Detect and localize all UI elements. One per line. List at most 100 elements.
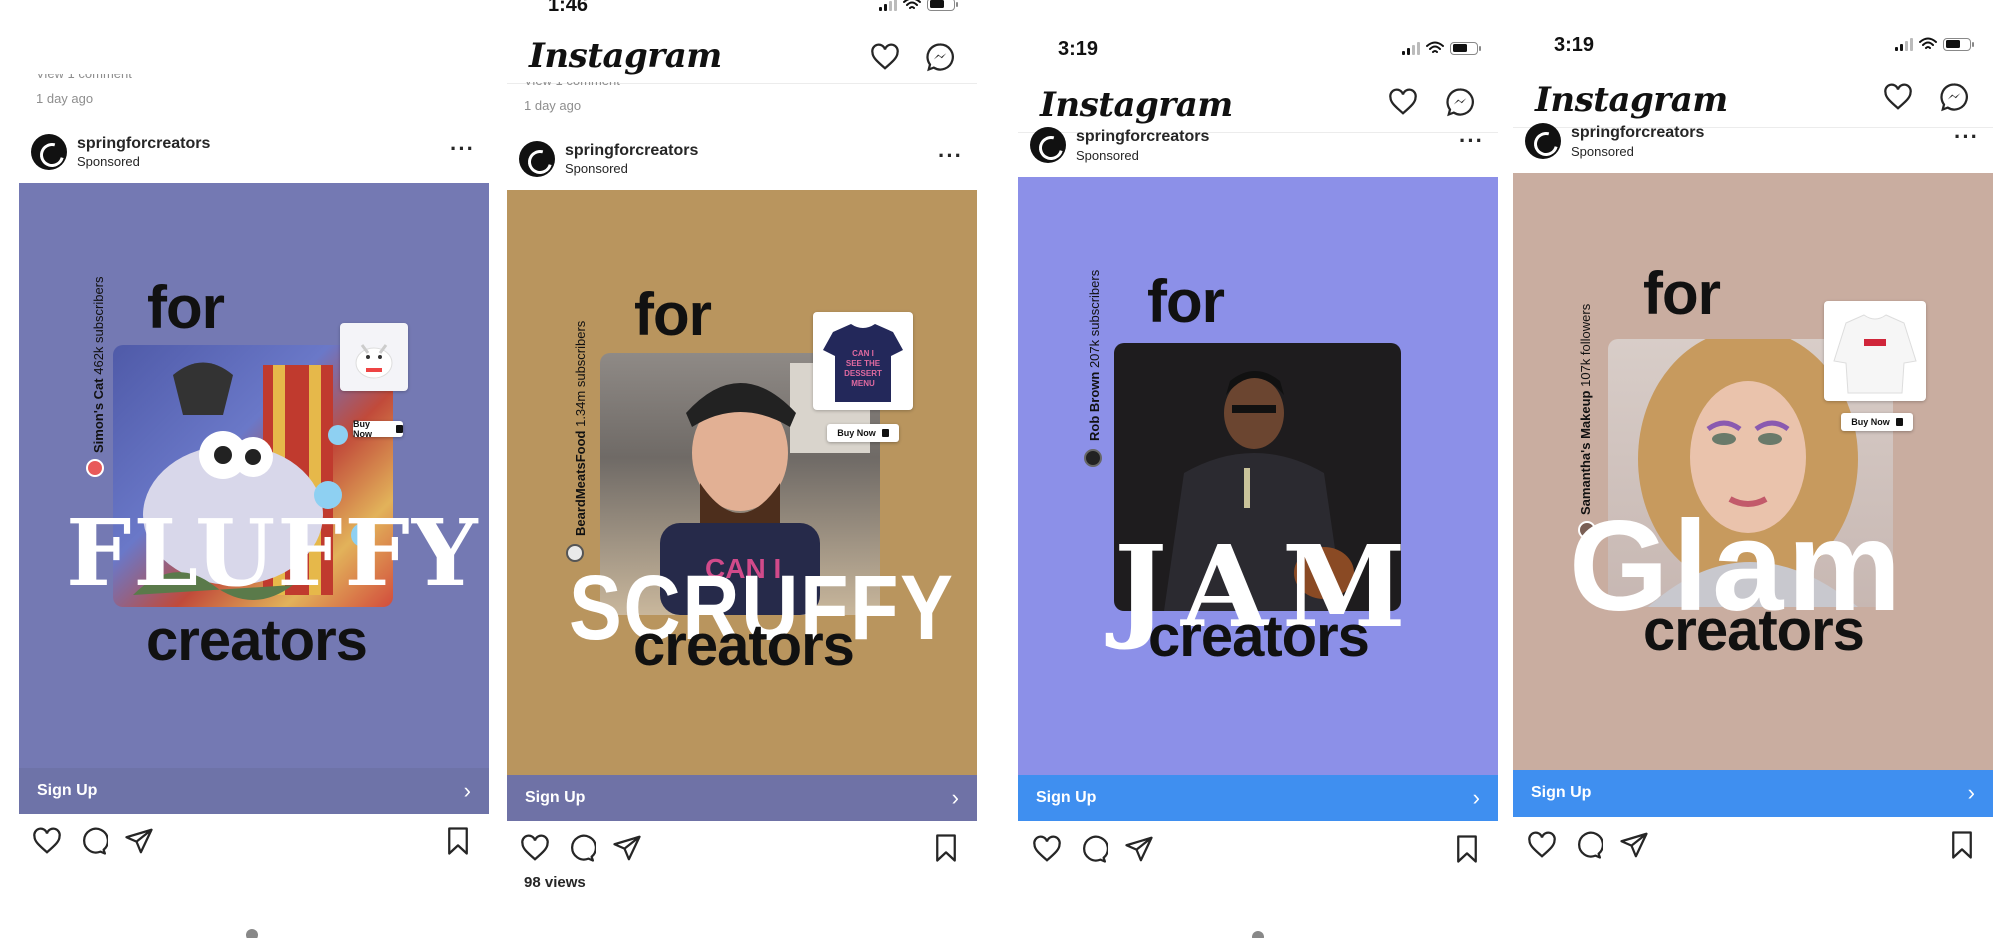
product-thumbnail[interactable] [1824,301,1926,401]
chevron-right-icon: › [1967,780,1975,805]
buy-now-button[interactable]: Buy Now [1841,413,1913,431]
cellular-signal-icon [1895,37,1913,51]
view-comments-link[interactable]: View 1 comment [36,74,132,81]
more-options-icon[interactable]: ··· [1459,128,1484,154]
post-header: springforcreators Sponsored ··· [19,128,489,178]
sign-up-cta[interactable]: Sign Up › [1513,770,1993,817]
messenger-icon[interactable] [1939,82,1969,112]
sign-up-cta[interactable]: Sign Up › [507,775,977,821]
more-options-icon[interactable]: ··· [450,136,475,162]
headline-big-word: FLUFFY [66,499,480,607]
bookmark-icon[interactable] [931,833,961,863]
sign-up-label: Sign Up [37,782,98,799]
instagram-logo[interactable]: Instagram [1040,85,1233,125]
comment-icon[interactable] [1078,834,1108,864]
buy-now-button[interactable]: Buy Now [353,419,403,439]
creator-credit: Rob Brown 207k subscribers [1087,269,1102,441]
creator-credit: Simon's Cat 462k subscribers [91,276,106,453]
views-count[interactable]: 98 views [524,874,586,891]
creator-credit: Samantha's Makeup 107k followers [1578,303,1593,515]
status-time: 1:46 [548,0,589,16]
svg-text:DESSERT: DESSERT [844,369,882,378]
svg-text:SEE THE: SEE THE [846,359,881,368]
creator-avatar [1084,449,1102,467]
account-avatar[interactable] [31,134,67,170]
instagram-logo[interactable]: Instagram [1535,80,1728,120]
account-avatar[interactable] [519,141,555,177]
buy-now-button[interactable]: Buy Now [827,424,899,442]
account-name[interactable]: springforcreators [1076,128,1209,146]
instagram-header: Instagram [507,26,977,84]
phone-screenshot-2: 1:46 Instagram View 1 comment 1 day ago … [507,0,977,900]
status-bar: 1:46 [507,0,977,24]
creator-avatar [86,459,104,477]
status-bar: 3:19 [1018,28,1498,68]
sign-up-cta[interactable]: Sign Up › [1018,775,1498,821]
account-avatar[interactable] [1525,123,1561,159]
activity-heart-icon[interactable] [1883,82,1913,112]
sign-up-cta[interactable]: Sign Up › [19,768,489,814]
account-name[interactable]: springforcreators [77,135,210,153]
share-icon[interactable] [1619,830,1649,860]
post-time-ago: 1 day ago [36,91,94,106]
account-avatar[interactable] [1030,127,1066,163]
post-actions [1018,834,1498,874]
bookmark-icon[interactable] [1452,834,1482,864]
share-icon[interactable] [124,826,154,856]
instagram-header: Instagram [1513,70,1993,128]
post-actions [507,833,977,873]
ad-creative[interactable]: Simon's Cat 462k subscribers for Buy Now… [19,183,489,768]
svg-text:MENU: MENU [851,379,875,388]
post-header: springforcreators Sponsored ··· [1513,121,1993,173]
comment-icon[interactable] [1573,830,1603,860]
phone-screenshot-3: 3:19 Instagram springforcreators Sponsor… [1018,0,1498,900]
activity-heart-icon[interactable] [1388,87,1418,117]
creator-credit: BeardMeatsFood 1.34m subscribers [573,320,588,536]
headline-for: for [1643,260,1721,327]
account-name[interactable]: springforcreators [1571,124,1704,142]
sign-up-label: Sign Up [1036,789,1097,806]
heart-icon[interactable] [32,826,62,856]
product-thumbnail[interactable]: CAN I SEE THE DESSERT MENU [813,312,913,410]
chevron-right-icon: › [951,785,959,810]
headline-creators: creators [1148,604,1370,669]
status-icons [879,0,958,11]
ad-creative[interactable]: BeardMeatsFood 1.34m subscribers for CAN… [507,190,977,775]
heart-icon[interactable] [1032,834,1062,864]
wifi-icon [903,0,921,9]
headline-for: for [1147,268,1225,335]
bookmark-icon[interactable] [443,826,473,856]
phone-screenshot-4: 3:19 Instagram springforcreators Sponsor… [1513,0,1993,900]
post-actions [19,826,489,866]
headline-creators: creators [146,608,368,673]
account-name[interactable]: springforcreators [565,142,698,160]
bookmark-icon[interactable] [1947,830,1977,860]
battery-icon [1943,37,1974,51]
headline-for: for [634,281,712,348]
sponsored-label: Sponsored [1076,148,1139,163]
sign-up-label: Sign Up [525,789,586,806]
ad-creative[interactable]: Samantha's Makeup 107k followers for Buy… [1513,173,1993,770]
more-options-icon[interactable]: ··· [1954,124,1979,150]
activity-heart-icon[interactable] [870,42,900,72]
chevron-right-icon: › [1472,785,1480,810]
share-icon[interactable] [612,833,642,863]
ad-creative[interactable]: Rob Brown 207k subscribers for JAM creat… [1018,177,1498,775]
instagram-logo[interactable]: Instagram [529,36,722,76]
comment-icon[interactable] [566,833,596,863]
headline-creators: creators [1643,598,1865,663]
comment-icon[interactable] [78,826,108,856]
share-icon[interactable] [1124,834,1154,864]
messenger-icon[interactable] [925,42,955,72]
heart-icon[interactable] [1527,830,1557,860]
product-thumbnail[interactable] [340,323,408,391]
headline-for: for [147,274,225,341]
more-options-icon[interactable]: ··· [938,143,963,169]
cellular-signal-icon [879,0,897,11]
messenger-icon[interactable] [1445,87,1475,117]
wifi-icon [1426,41,1444,53]
sponsored-label: Sponsored [77,154,140,169]
sponsored-label: Sponsored [1571,144,1634,159]
heart-icon[interactable] [520,833,550,863]
headline-creators: creators [633,613,855,678]
